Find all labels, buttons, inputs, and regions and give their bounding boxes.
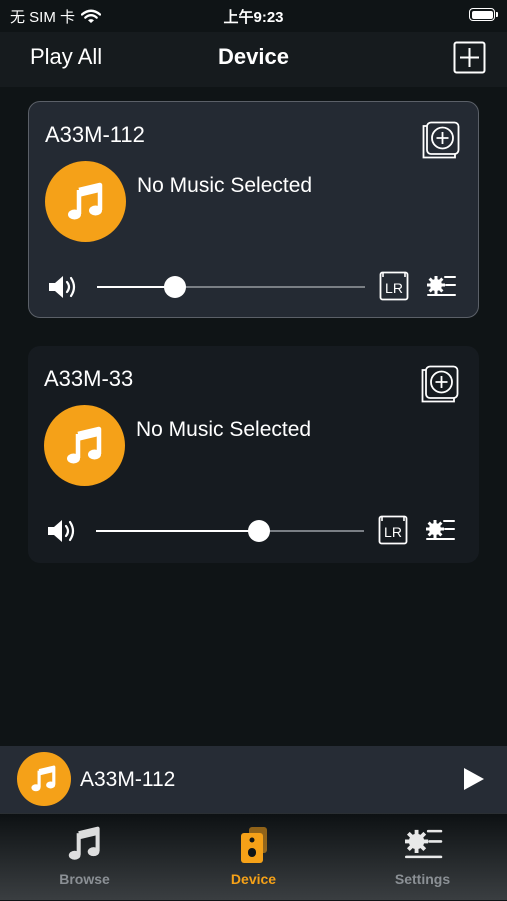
plus-square-icon[interactable] [453, 41, 486, 74]
volume-slider-knob[interactable] [163, 276, 186, 298]
volume-icon[interactable] [46, 517, 78, 545]
tab-browse[interactable]: Browse [0, 814, 169, 901]
tab-bar: Browse Device Settings [0, 813, 507, 900]
mini-player[interactable]: A33M-112 [0, 746, 507, 813]
music-note-icon [67, 826, 103, 862]
lr-channel-icon[interactable] [378, 515, 408, 545]
device-name: A33M-33 [44, 366, 134, 391]
tab-device[interactable]: Device [169, 814, 338, 901]
status-time: 上午9:23 [223, 9, 284, 26]
status-bar: 无 SIM 卡 上午9:23 [0, 0, 507, 32]
album-art-placeholder [44, 405, 125, 486]
volume-slider-knob[interactable] [248, 520, 271, 542]
battery-icon [469, 8, 498, 21]
tab-label: Device [230, 871, 277, 887]
album-art-placeholder [45, 161, 126, 242]
volume-slider-fill [96, 530, 260, 532]
device-card[interactable]: A33M-112 No Music Selected [28, 101, 479, 318]
mini-album-art [17, 752, 71, 806]
page-title: Device [218, 44, 289, 69]
equalizer-settings-icon[interactable] [425, 516, 455, 544]
music-note-icon [66, 182, 106, 222]
add-to-group-icon[interactable] [422, 121, 460, 159]
tab-label: Settings [394, 871, 451, 887]
add-to-group-icon[interactable] [421, 365, 459, 403]
now-playing-status: No Music Selected [137, 174, 313, 197]
volume-icon[interactable] [47, 273, 79, 301]
music-note-icon [30, 765, 58, 793]
device-card[interactable]: A33M-33 No Music Selected [28, 346, 479, 563]
tab-settings[interactable]: Settings [338, 814, 507, 901]
volume-slider[interactable] [96, 520, 364, 542]
volume-slider[interactable] [97, 276, 365, 298]
music-note-icon [65, 426, 105, 466]
settings-icon [404, 829, 442, 859]
speaker-device-icon [240, 827, 267, 863]
header: Play All Device [0, 32, 507, 87]
equalizer-settings-icon[interactable] [426, 272, 456, 300]
now-playing-status: No Music Selected [136, 418, 312, 441]
device-name: A33M-112 [45, 122, 145, 147]
play-icon[interactable] [460, 766, 486, 792]
lr-channel-icon[interactable] [379, 271, 409, 301]
tab-label: Browse [59, 871, 110, 887]
mini-player-device-name: A33M-112 [80, 768, 176, 791]
